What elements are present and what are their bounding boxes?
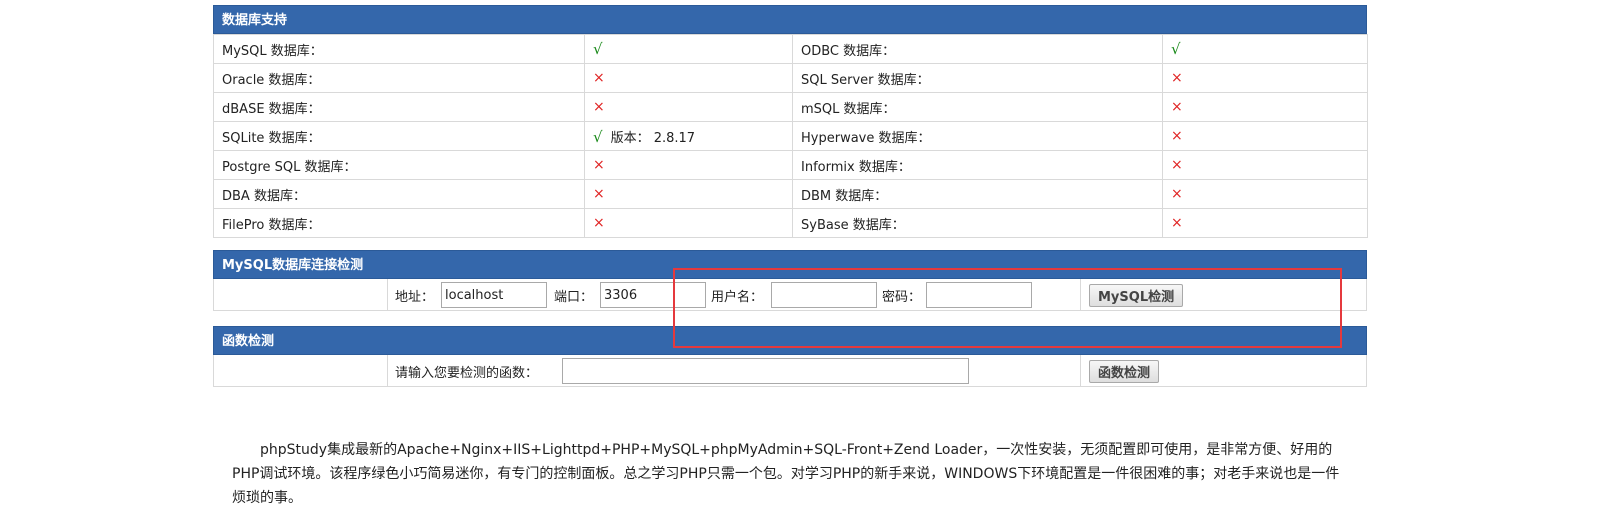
function-check-button[interactable]: 函数检测 [1089, 360, 1160, 383]
cross-icon: × [1171, 99, 1183, 115]
table-row: Postgre SQL 数据库： × Informix 数据库： × [213, 150, 1368, 180]
description-text: phpStudy集成最新的Apache+Nginx+IIS+Lighttpd+P… [232, 442, 1340, 506]
db-status: √ 版本： 2.8.17 [584, 121, 793, 151]
table-row: FilePro 数据库： × SyBase 数据库： × [213, 208, 1368, 238]
port-label: 端口： [554, 290, 594, 305]
db-name: dBASE 数据库： [213, 92, 585, 122]
db-status: × [584, 150, 793, 180]
db-name: Informix 数据库： [792, 150, 1163, 180]
cross-icon: × [1171, 186, 1183, 202]
db-status: × [1162, 208, 1368, 238]
host-input[interactable] [441, 282, 547, 308]
db-status: × [584, 63, 793, 93]
check-icon: √ [593, 40, 603, 58]
function-check-row: 请输入您要检测的函数： 函数检测 [213, 355, 1367, 387]
db-status: × [584, 179, 793, 209]
db-name: SQL Server 数据库： [792, 63, 1163, 93]
mysql-check-title: MySQL数据库连接检测 [213, 250, 1367, 279]
cross-icon: × [1171, 128, 1183, 144]
cross-icon: × [593, 99, 605, 115]
function-label: 请输入您要检测的函数： [395, 366, 539, 381]
table-row: SQLite 数据库： √ 版本： 2.8.17 Hyperwave 数据库： × [213, 121, 1368, 151]
db-name: Hyperwave 数据库： [792, 121, 1163, 151]
check-icon: √ [1171, 40, 1181, 58]
db-support-table: MySQL 数据库： √ ODBC 数据库： √ Oracle 数据库： × SQL Ser… [213, 34, 1368, 238]
db-status: × [1162, 150, 1368, 180]
host-label: 地址： [395, 290, 435, 305]
function-check-panel: 函数检测 请输入您要检测的函数： 函数检测 [213, 326, 1367, 387]
password-input[interactable] [926, 282, 1032, 308]
db-name: Oracle 数据库： [213, 63, 585, 93]
table-row: MySQL 数据库： √ ODBC 数据库： √ [213, 34, 1368, 64]
cross-icon: × [1171, 215, 1183, 231]
db-name: DBM 数据库： [792, 179, 1163, 209]
db-support-panel: 数据库支持 MySQL 数据库： √ ODBC 数据库： √ Oracle 数据库： × S… [213, 5, 1368, 238]
mysql-check-row: 地址： 端口： 用户名： 密码： MySQL检测 [213, 279, 1367, 311]
cross-icon: × [593, 186, 605, 202]
cross-icon: × [593, 215, 605, 231]
db-name: SyBase 数据库： [792, 208, 1163, 238]
db-name: MySQL 数据库： [213, 34, 585, 64]
db-status: √ [584, 34, 793, 64]
db-name: DBA 数据库： [213, 179, 585, 209]
mysql-check-button[interactable]: MySQL检测 [1089, 284, 1184, 307]
db-name: mSQL 数据库： [792, 92, 1163, 122]
cross-icon: × [593, 70, 605, 86]
db-name: Postgre SQL 数据库： [213, 150, 585, 180]
db-status: √ [1162, 34, 1368, 64]
username-label: 用户名： [711, 290, 764, 305]
check-icon: √ [593, 127, 603, 146]
db-status: × [584, 208, 793, 238]
db-version: 版本： 2.8.17 [610, 130, 696, 146]
cross-icon: × [593, 157, 605, 173]
table-row: Oracle 数据库： × SQL Server 数据库： × [213, 63, 1368, 93]
mysql-check-panel: MySQL数据库连接检测 地址： 端口： 用户名： 密码： MySQL检测 [213, 250, 1367, 311]
db-name: SQLite 数据库： [213, 121, 585, 151]
table-row: DBA 数据库： × DBM 数据库： × [213, 179, 1368, 209]
db-name: ODBC 数据库： [792, 34, 1163, 64]
function-check-title: 函数检测 [213, 326, 1367, 355]
db-status: × [1162, 179, 1368, 209]
table-row: dBASE 数据库： × mSQL 数据库： × [213, 92, 1368, 122]
db-status: × [1162, 92, 1368, 122]
cross-icon: × [1171, 70, 1183, 86]
port-input[interactable] [600, 282, 706, 308]
db-status: × [1162, 63, 1368, 93]
db-status: × [1162, 121, 1368, 151]
cross-icon: × [1171, 157, 1183, 173]
username-input[interactable] [771, 282, 877, 308]
function-input[interactable] [562, 358, 969, 384]
db-support-title: 数据库支持 [213, 5, 1367, 34]
db-status: × [584, 92, 793, 122]
db-name: FilePro 数据库： [213, 208, 585, 238]
password-label: 密码： [882, 290, 922, 305]
